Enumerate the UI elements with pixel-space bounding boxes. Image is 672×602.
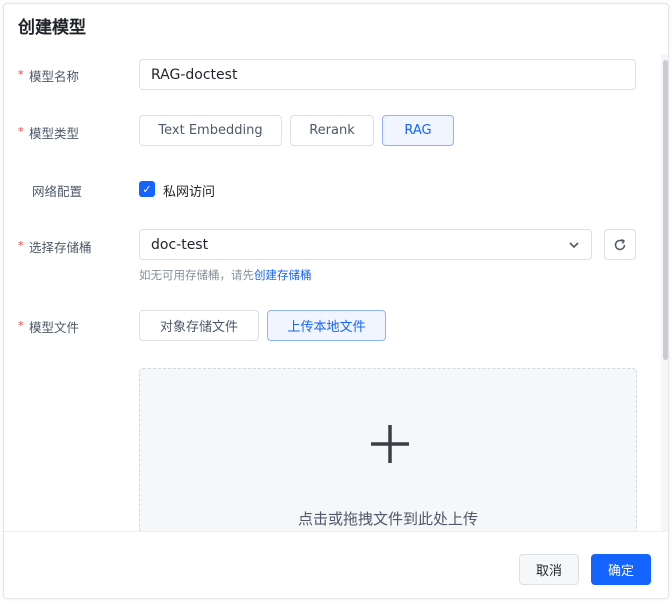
network-label: 网络配置 [32,184,83,199]
required-mark: * [18,239,24,252]
model-name-label: 模型名称 [29,69,80,84]
upload-local-file-button[interactable]: 上传本地文件 [267,310,386,341]
model-name-input[interactable]: RAG-doctest [139,59,636,90]
private-access-checkbox[interactable]: ✓ [139,181,155,197]
type-rerank-button[interactable]: Rerank [290,115,374,146]
plus-icon [371,425,409,463]
bucket-value: doc-test [151,236,209,253]
required-mark: * [18,68,24,81]
upload-text: 点击或拖拽文件到此处上传 [297,510,478,528]
dialog-footer: 取消 确定 [4,531,668,598]
bucket-hint: 如无可用存储桶，请先创建存储桶 [139,267,312,283]
chevron-down-icon [569,242,579,249]
cancel-button[interactable]: 取消 [519,554,579,585]
model-type-label: 模型类型 [29,126,80,141]
bucket-select[interactable]: doc-test [139,229,592,260]
confirm-button[interactable]: 确定 [591,554,651,585]
type-text-embedding-button[interactable]: Text Embedding [139,115,282,146]
refresh-icon [614,238,626,250]
object-storage-file-button[interactable]: 对象存储文件 [139,310,259,341]
create-model-dialog: 创建模型 * 模型名称 RAG-doctest * 模型类型 Text Embe… [3,3,669,599]
private-access-label[interactable]: 私网访问 [163,181,215,200]
check-icon: ✓ [142,182,152,196]
create-bucket-link[interactable]: 创建存储桶 [254,268,312,282]
scrollbar-thumb[interactable] [663,60,668,360]
required-mark: * [18,125,24,138]
refresh-button[interactable] [604,229,636,260]
bucket-label: 选择存储桶 [29,240,92,255]
type-rag-button[interactable]: RAG [382,115,454,146]
model-file-label: 模型文件 [29,320,80,335]
required-mark: * [18,319,24,332]
dialog-title: 创建模型 [18,18,86,38]
hint-text: 如无可用存储桶，请先 [139,268,254,282]
